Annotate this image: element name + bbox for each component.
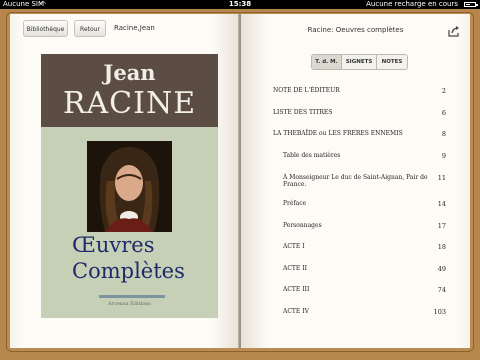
toc-entry-page: 6	[441, 109, 446, 117]
toc-entry-label: LISTE DES TITRES	[273, 109, 333, 116]
toc-entry-page: 74	[437, 286, 446, 294]
toc-entry[interactable]: ACTE IV 103	[241, 308, 470, 322]
toc-entry-label: ACTE II	[283, 265, 307, 272]
cover-title-line2: Complètes	[72, 259, 185, 283]
toc-entry-page: 17	[437, 222, 446, 230]
toc-entry-page: 14	[437, 200, 446, 208]
toc-entry-page: 2	[441, 87, 446, 95]
toc-entry[interactable]: Table des matières 9	[241, 152, 470, 166]
status-bar: Aucune SIM ◠ 15:38 Aucune recharge en co…	[0, 0, 480, 9]
book-author-header: Racine,Jean	[114, 24, 155, 32]
toc-entry[interactable]: ACTE I 18	[241, 243, 470, 257]
toc-entry-page: 18	[437, 243, 446, 251]
toc-entry-page: 9	[441, 152, 446, 160]
cover-publisher: Arvensa Éditions	[108, 301, 151, 307]
left-page[interactable]: Bibliothèque Retour Racine,Jean Jean RAC…	[10, 14, 239, 348]
cover-first-name: Jean	[103, 60, 156, 85]
toc-entry-label: ACTE I	[283, 243, 305, 250]
author-portrait	[87, 141, 172, 232]
book-title-header: Racine: Oeuvres complètes	[307, 26, 404, 34]
portrait-image	[87, 141, 172, 232]
right-page[interactable]: Racine: Oeuvres complètes T. d. M. SIGNE…	[241, 14, 470, 348]
toc-entry[interactable]: À Monseigneur Le duc de Saint-Aignan, Pa…	[241, 174, 470, 188]
toc-entry-page: 11	[437, 174, 446, 182]
toc-entry[interactable]: Personnages 17	[241, 222, 470, 236]
library-button[interactable]: Bibliothèque	[23, 20, 68, 37]
toc-entry[interactable]: ACTE III 74	[241, 286, 470, 300]
book: Bibliothèque Retour Racine,Jean Jean RAC…	[6, 12, 474, 352]
toc-entry-label: ACTE III	[283, 286, 310, 293]
toc-entry-label: Table des matières	[283, 152, 341, 159]
toc-entry-label: Préface	[283, 200, 307, 207]
toc-entry[interactable]: Préface 14	[241, 200, 470, 214]
toc-entry-label: ACTE IV	[283, 308, 309, 315]
back-button[interactable]: Retour	[74, 20, 106, 37]
cover-divider	[99, 295, 165, 298]
tab-notes[interactable]: NOTES	[377, 55, 407, 69]
toc-entry-page: 103	[433, 308, 446, 316]
toc-entry[interactable]: LISTE DES TITRES 6	[241, 109, 470, 123]
toc-entry-label: À Monseigneur Le duc de Saint-Aignan, Pa…	[283, 174, 428, 188]
charging-status: Aucune recharge en cours	[366, 0, 458, 8]
book-cover: Jean RACINE Œuvres Complètes Arvensa Édi	[41, 54, 218, 318]
toc-entry-page: 49	[437, 265, 446, 273]
tab-bookmarks[interactable]: SIGNETS	[342, 55, 377, 69]
toc-entry[interactable]: NOTE DE L'ÉDITEUR 2	[241, 87, 470, 101]
tab-table-of-contents[interactable]: T. d. M.	[312, 55, 342, 69]
toc-entry-label: Personnages	[283, 222, 322, 229]
cover-title-line1: Œuvres	[72, 233, 155, 257]
share-icon[interactable]	[448, 22, 460, 37]
toc-segmented-control[interactable]: T. d. M. SIGNETS NOTES	[311, 54, 408, 70]
cover-last-name: RACINE	[62, 86, 197, 121]
toc-entry-label: LA THEBAÏDE ou LES FRERES ENNEMIS	[273, 130, 403, 137]
toc-entry-label: NOTE DE L'ÉDITEUR	[273, 87, 340, 94]
toc-entry[interactable]: LA THEBAÏDE ou LES FRERES ENNEMIS 8	[241, 130, 470, 144]
toc-entry-page: 8	[441, 130, 446, 138]
cover-name-band: Jean RACINE	[41, 54, 218, 127]
battery-icon	[464, 2, 478, 7]
toc-entry[interactable]: ACTE II 49	[241, 265, 470, 279]
